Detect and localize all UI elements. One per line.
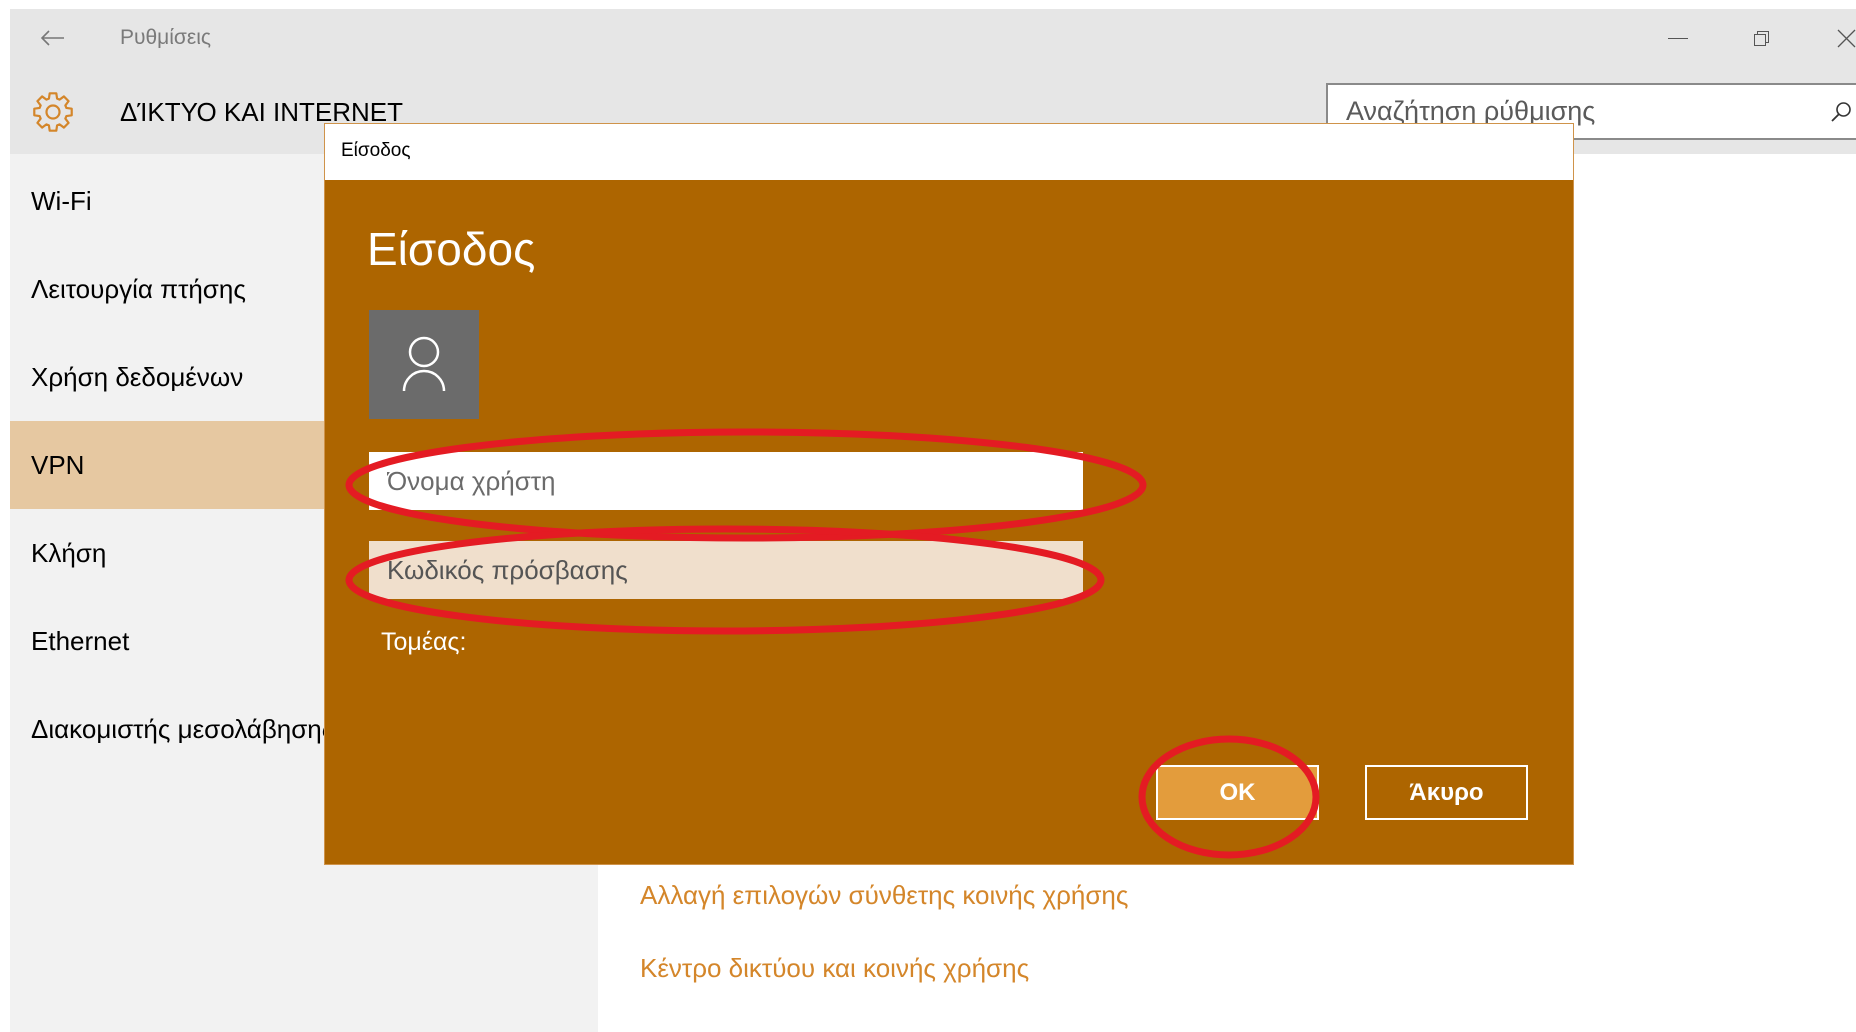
sidebar-item-label: Κλήση [31,537,107,568]
sidebar-item-label: Λειτουργία πτήσης [31,273,246,304]
sidebar-item-label: Ethernet [31,625,130,656]
cancel-button[interactable]: Άκυρο [1365,765,1528,820]
domain-label: Τομέας: [381,628,467,656]
avatar [369,310,479,419]
sidebar-item-label: VPN [31,449,85,480]
close-button[interactable] [1828,22,1856,54]
window-title: Ρυθμίσεις [120,26,212,49]
restore-button[interactable] [1744,22,1778,54]
minimize-button[interactable] [1661,22,1695,54]
user-icon [402,336,446,392]
restore-icon [1754,31,1769,46]
close-icon [1837,29,1856,48]
username-field[interactable] [369,452,1083,510]
sign-in-dialog: Είσοδος Είσοδος Τομέας: OK Άκυρο [324,123,1574,865]
sidebar-item-label: Διακομιστής μεσολάβησης [31,713,335,744]
sidebar-item-label: Wi-Fi [31,185,92,216]
link-network-sharing-center[interactable]: Κέντρο δικτύου και κοινής χρήσης [640,952,1029,984]
sidebar-item-label: Χρήση δεδομένων [31,361,244,392]
minimize-icon [1668,38,1688,39]
back-arrow-icon [40,30,64,46]
dialog-body: Είσοδος Τομέας: OK Άκυρο [325,180,1573,864]
dialog-titlebar[interactable]: Είσοδος [325,124,1573,180]
search-icon[interactable] [1830,101,1852,123]
dialog-heading: Είσοδος [367,223,536,275]
dialog-window-title: Είσοδος [341,140,411,161]
link-advanced-sharing-options[interactable]: Αλλαγή επιλογών σύνθετης κοινής χρήσης [640,879,1128,911]
back-button[interactable] [39,26,67,50]
password-field[interactable] [369,541,1083,599]
ok-button[interactable]: OK [1156,765,1319,820]
gear-icon [31,90,75,134]
